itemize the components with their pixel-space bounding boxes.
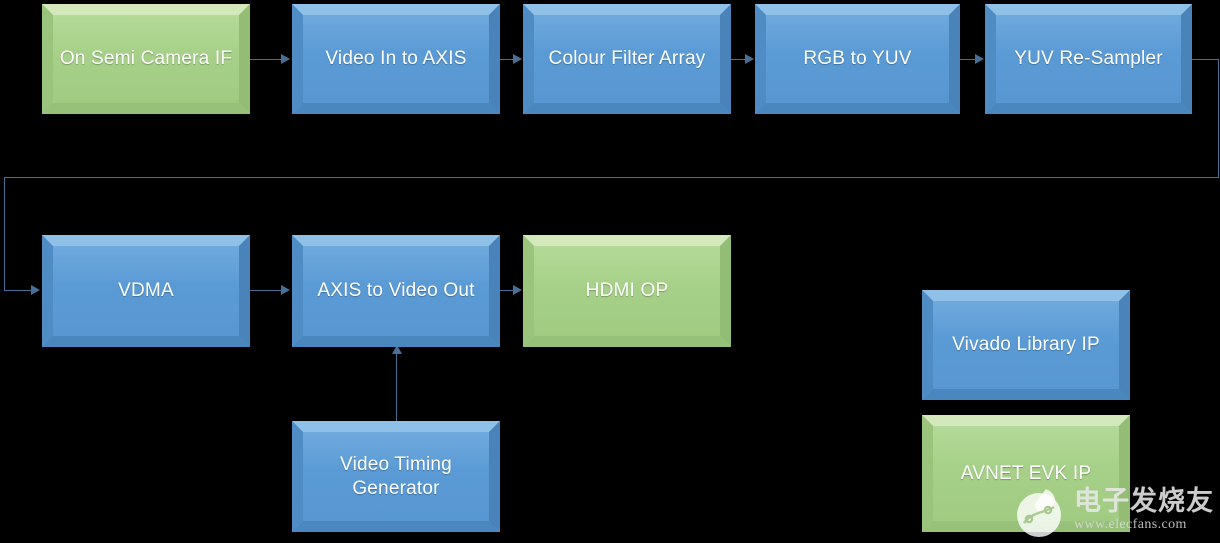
arrowhead-resampler — [975, 54, 984, 64]
block-video-timing-generator[interactable]: Video Timing Generator — [292, 421, 500, 532]
block-label: Video In to AXIS — [325, 48, 467, 70]
legend-item-vivado-library-ip[interactable]: Vivado Library IP — [922, 290, 1130, 400]
legend-label: Vivado Library IP — [952, 334, 1100, 356]
block-on-semi-camera-if[interactable]: On Semi Camera IF — [42, 4, 250, 114]
connector-vtg-to-axisout — [396, 352, 397, 422]
block-label: HDMI OP — [585, 280, 669, 302]
arrowhead-axisout — [281, 285, 290, 295]
routing-into-vdma — [4, 290, 33, 291]
arrowhead-vdma — [31, 285, 40, 295]
block-video-in-to-axis[interactable]: Video In to AXIS — [292, 4, 500, 114]
block-axis-to-video-out[interactable]: AXIS to Video Out — [292, 235, 500, 347]
legend-label: AVNET EVK IP — [960, 462, 1092, 484]
block-label: Colour Filter Array — [548, 48, 706, 70]
arrowhead-rgb2yuv — [745, 54, 754, 64]
diagram-canvas: On Semi Camera IF Video In to AXIS Colou… — [0, 0, 1220, 543]
connector-camera-to-videoin — [250, 59, 283, 60]
connector-vdma-to-axisout — [250, 290, 283, 291]
block-label: Video Timing Generator — [340, 453, 452, 499]
routing-left-vertical — [4, 177, 5, 291]
routing-crossbar-horizontal — [4, 177, 1219, 178]
block-rgb-to-yuv[interactable]: RGB to YUV — [755, 4, 960, 114]
block-vdma[interactable]: VDMA — [42, 235, 250, 347]
block-label: RGB to YUV — [803, 48, 912, 70]
routing-resampler-exit — [1192, 59, 1219, 60]
arrowhead-videoin — [281, 54, 290, 64]
block-label: YUV Re-Sampler — [1014, 48, 1163, 70]
block-colour-filter-array[interactable]: Colour Filter Array — [523, 4, 731, 114]
block-label: AXIS to Video Out — [317, 280, 475, 302]
block-label: On Semi Camera IF — [59, 48, 233, 70]
block-label: VDMA — [118, 280, 174, 302]
arrowhead-cfa — [513, 54, 522, 64]
arrowhead-hdmi — [513, 285, 522, 295]
block-yuv-re-sampler[interactable]: YUV Re-Sampler — [985, 4, 1192, 114]
routing-right-vertical — [1218, 59, 1219, 178]
block-hdmi-op[interactable]: HDMI OP — [523, 235, 731, 347]
legend-item-avnet-evk-ip[interactable]: AVNET EVK IP — [922, 415, 1130, 532]
